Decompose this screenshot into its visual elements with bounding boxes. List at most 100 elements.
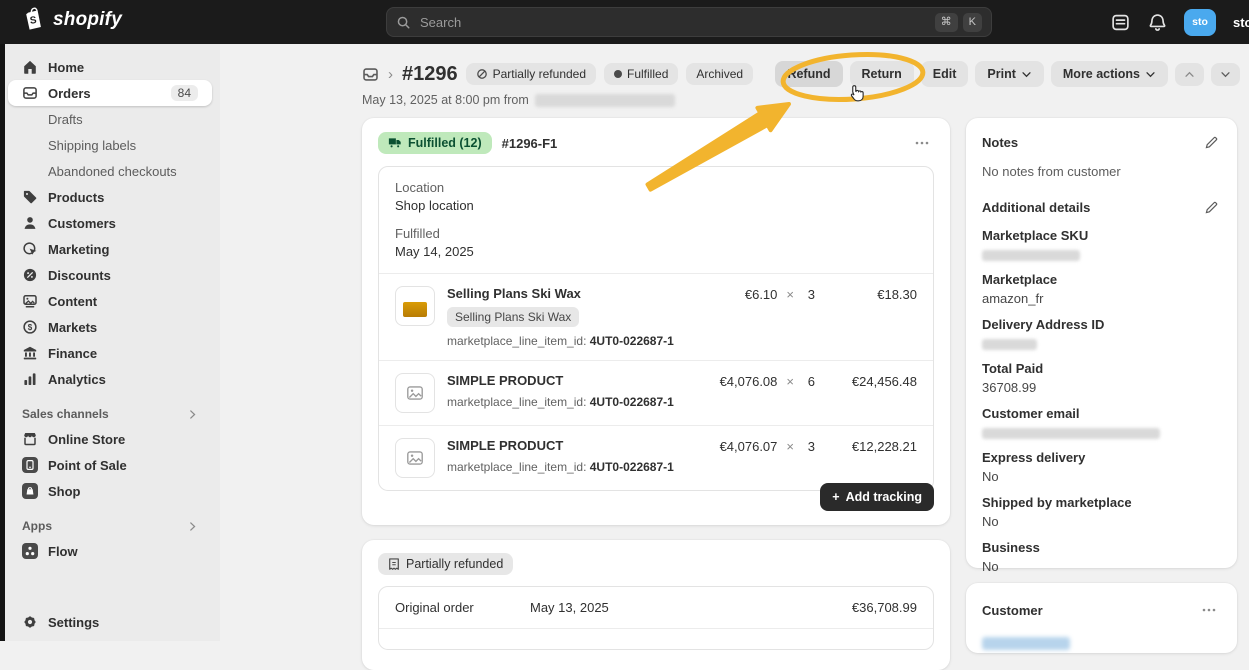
redacted-customer-link[interactable] bbox=[982, 637, 1070, 650]
order-breadcrumb-icon[interactable] bbox=[362, 66, 379, 83]
sidebar-item-customers[interactable]: Customers bbox=[8, 210, 212, 236]
pos-icon bbox=[22, 457, 38, 473]
sidebar-item-label: Home bbox=[48, 60, 84, 75]
discount-icon bbox=[22, 267, 38, 283]
sidebar-item-flow[interactable]: Flow bbox=[8, 538, 212, 564]
refund-card: Partially refunded Original order May 13… bbox=[362, 540, 950, 670]
line-item-title[interactable]: SIMPLE PRODUCT bbox=[447, 438, 693, 453]
sidebar-item-analytics[interactable]: Analytics bbox=[8, 366, 212, 392]
store-avatar[interactable]: sto bbox=[1184, 9, 1216, 36]
customer-menu-button[interactable] bbox=[1197, 598, 1221, 622]
detail-field: Express delivery No bbox=[982, 450, 1221, 484]
detail-field: Delivery Address ID bbox=[982, 317, 1221, 350]
sales-channels-section[interactable]: Sales channels bbox=[22, 407, 198, 421]
sidebar-item-label: Orders bbox=[48, 86, 91, 101]
chevron-down-icon bbox=[1220, 69, 1231, 80]
redacted-value bbox=[982, 250, 1080, 261]
refund-details-box: Original order May 13, 2025 €36,708.99 bbox=[378, 586, 934, 650]
apps-icon[interactable] bbox=[1110, 12, 1130, 32]
search-input[interactable] bbox=[418, 14, 930, 31]
edit-button[interactable]: Edit bbox=[921, 61, 969, 87]
order-date-line: May 13, 2025 at 8:00 pm from bbox=[362, 93, 1240, 107]
notifications-bell-icon[interactable] bbox=[1147, 12, 1167, 32]
sidebar-item-point-of-sale[interactable]: Point of Sale bbox=[8, 452, 212, 478]
storefront-icon bbox=[22, 431, 38, 447]
sidebar-item-orders[interactable]: Orders 84 bbox=[8, 80, 212, 106]
sidebar-item-home[interactable]: Home bbox=[8, 54, 212, 80]
partially-refunded-badge: Partially refunded bbox=[378, 553, 513, 575]
sidebar-item-online-store[interactable]: Online Store bbox=[8, 426, 212, 452]
additional-details-title: Additional details bbox=[982, 200, 1090, 215]
global-search[interactable]: ⌘ K bbox=[386, 7, 992, 37]
status-badge-fulfilled: Fulfilled bbox=[604, 63, 678, 85]
customer-title: Customer bbox=[982, 603, 1043, 618]
plus-icon: + bbox=[832, 490, 839, 504]
meta-value: 4UT0-022687-1 bbox=[590, 460, 674, 474]
unit-price: €6.10 bbox=[705, 287, 777, 302]
fulfillment-id: #1296-F1 bbox=[502, 136, 558, 151]
sidebar-item-content[interactable]: Content bbox=[8, 288, 212, 314]
sidebar-item-shop[interactable]: Shop bbox=[8, 478, 212, 504]
bank-icon bbox=[22, 345, 38, 361]
chevron-right-icon bbox=[187, 521, 198, 532]
sidebar-item-marketing[interactable]: Marketing bbox=[8, 236, 212, 262]
fulfillment-card: Fulfilled (12) #1296-F1 Location Shop lo… bbox=[362, 118, 950, 525]
add-tracking-button[interactable]: + Add tracking bbox=[820, 483, 934, 511]
fulfilled-status-badge: Fulfilled (12) bbox=[378, 132, 492, 154]
line-item-title[interactable]: SIMPLE PRODUCT bbox=[447, 373, 693, 388]
store-name[interactable]: store- bbox=[1233, 15, 1249, 30]
shortcut-cmd-key: ⌘ bbox=[935, 13, 958, 32]
product-thumbnail bbox=[395, 373, 435, 413]
bar-chart-icon bbox=[22, 371, 38, 387]
print-button[interactable]: Print bbox=[975, 61, 1043, 87]
apps-section[interactable]: Apps bbox=[22, 519, 198, 533]
line-item: SIMPLE PRODUCT marketplace_line_item_id:… bbox=[379, 425, 933, 490]
meta-label: marketplace_line_item_id: bbox=[447, 334, 586, 348]
quantity: 3 bbox=[803, 287, 815, 302]
meta-value: 4UT0-022687-1 bbox=[590, 395, 674, 409]
shopify-logo[interactable]: S shopify bbox=[22, 7, 122, 33]
sidebar-item-discounts[interactable]: Discounts bbox=[8, 262, 212, 288]
edit-details-button[interactable] bbox=[1202, 198, 1221, 217]
return-button[interactable]: Return bbox=[850, 61, 914, 87]
previous-order-button[interactable] bbox=[1175, 63, 1204, 86]
sidebar-item-abandoned-checkouts[interactable]: Abandoned checkouts bbox=[8, 158, 212, 184]
chevron-down-icon bbox=[1021, 69, 1032, 80]
more-actions-button[interactable]: More actions bbox=[1051, 61, 1168, 87]
sidebar-item-finance[interactable]: Finance bbox=[8, 340, 212, 366]
chevron-up-icon bbox=[1184, 69, 1195, 80]
shopify-bag-icon: S bbox=[22, 7, 46, 33]
line-item: SIMPLE PRODUCT marketplace_line_item_id:… bbox=[379, 360, 933, 425]
sidebar-item-settings[interactable]: Settings bbox=[8, 609, 212, 635]
orders-icon bbox=[22, 85, 38, 101]
topbar: S shopify ⌘ K sto store- bbox=[0, 0, 1249, 44]
fulfillment-details-box: Location Shop location Fulfilled May 14,… bbox=[378, 166, 934, 491]
page-title: #1296 bbox=[402, 63, 458, 86]
product-thumbnail bbox=[395, 438, 435, 478]
line-item-title[interactable]: Selling Plans Ski Wax bbox=[447, 286, 693, 301]
fulfilled-date: May 14, 2025 bbox=[395, 244, 917, 259]
breadcrumb-chevron: › bbox=[388, 66, 393, 83]
location-value: Shop location bbox=[395, 198, 917, 213]
refund-button[interactable]: Refund bbox=[775, 61, 842, 87]
content-icon bbox=[22, 293, 38, 309]
home-icon bbox=[22, 59, 38, 75]
unit-price: €4,076.08 bbox=[705, 374, 777, 389]
edit-notes-button[interactable] bbox=[1202, 133, 1221, 152]
order-page-header: › #1296 Partially refunded Fulfilled Arc… bbox=[362, 61, 1240, 107]
quantity: 6 bbox=[803, 374, 815, 389]
sidebar-item-products[interactable]: Products bbox=[8, 184, 212, 210]
sidebar-item-drafts[interactable]: Drafts bbox=[8, 106, 212, 132]
next-order-button[interactable] bbox=[1211, 63, 1240, 86]
shop-icon bbox=[22, 483, 38, 499]
meta-label: marketplace_line_item_id: bbox=[447, 460, 586, 474]
quantity: 3 bbox=[803, 439, 815, 454]
sidebar-item-markets[interactable]: $ Markets bbox=[8, 314, 212, 340]
status-badge-archived: Archived bbox=[686, 63, 753, 85]
kebab-menu-icon bbox=[914, 135, 930, 151]
sidebar-item-shipping-labels[interactable]: Shipping labels bbox=[8, 132, 212, 158]
order-actions: Refund Return Edit Print More actions bbox=[775, 61, 1240, 87]
detail-field: Business No bbox=[982, 540, 1221, 574]
fulfillment-menu-button[interactable] bbox=[910, 131, 934, 155]
markets-icon: $ bbox=[22, 319, 38, 335]
